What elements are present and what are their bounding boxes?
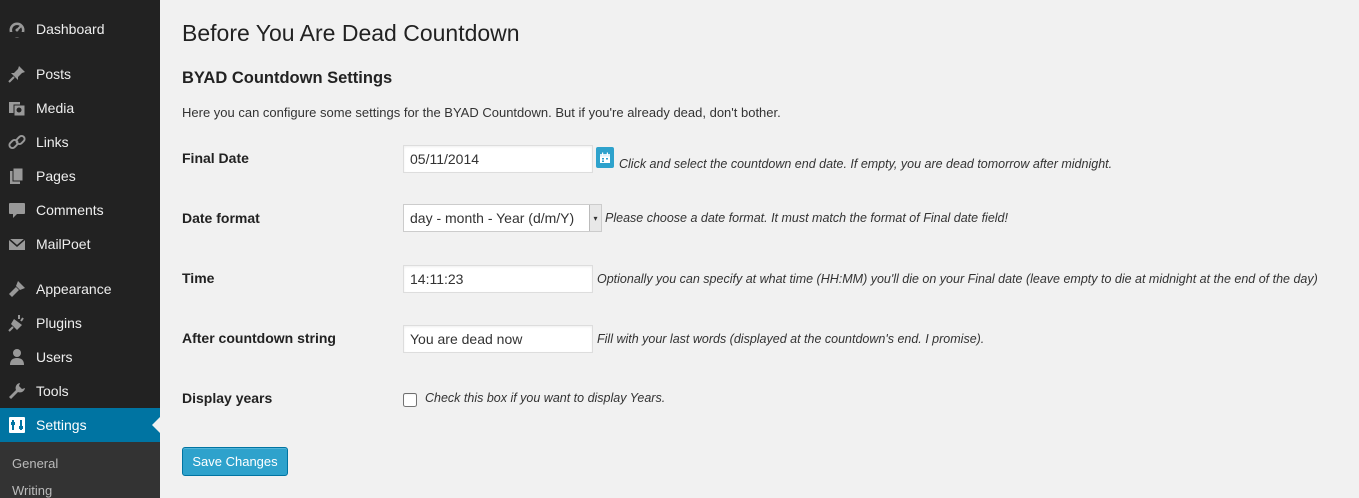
date-format-select[interactable]: day - month - Year (d/m/Y) ▾ [403, 204, 602, 232]
comment-icon [8, 201, 26, 219]
envelope-icon [8, 235, 26, 253]
pages-icon [8, 167, 26, 185]
intro-text: Here you can configure some settings for… [182, 105, 781, 120]
dashboard-icon [8, 20, 26, 38]
after-countdown-input[interactable] [403, 325, 593, 353]
submenu-item-writing[interactable]: Writing [12, 483, 52, 498]
display-years-label: Display years [182, 390, 273, 406]
sidebar-item-label: Dashboard [36, 21, 105, 37]
after-countdown-description: Fill with your last words (displayed at … [597, 332, 985, 346]
sidebar-item-label: Tools [36, 383, 69, 399]
display-years-checkbox[interactable] [403, 393, 417, 407]
sidebar-item-dashboard[interactable]: Dashboard [0, 12, 160, 46]
link-icon [8, 133, 26, 151]
brush-icon [8, 280, 26, 298]
sidebar-item-label: Comments [36, 202, 104, 218]
submenu-item-general[interactable]: General [12, 456, 58, 471]
time-input[interactable] [403, 265, 593, 293]
sidebar-item-plugins[interactable]: Plugins [0, 306, 160, 340]
date-format-description: Please choose a date format. It must mat… [605, 211, 1008, 225]
settings-icon [8, 416, 26, 434]
display-years-description: Check this box if you want to display Ye… [425, 391, 666, 405]
sidebar-item-label: Media [36, 100, 75, 116]
time-label: Time [182, 270, 215, 286]
pin-icon [8, 65, 26, 83]
sidebar-item-pages[interactable]: Pages [0, 159, 160, 193]
sidebar-item-label: Links [36, 134, 69, 150]
after-countdown-label: After countdown string [182, 330, 336, 346]
settings-submenu: General Writing [0, 442, 160, 498]
sidebar-item-mailpoet[interactable]: MailPoet [0, 227, 160, 261]
sidebar-item-label: Settings [36, 417, 87, 433]
sidebar-item-users[interactable]: Users [0, 340, 160, 374]
calendar-icon[interactable] [596, 147, 614, 168]
section-title: BYAD Countdown Settings [182, 69, 393, 87]
dropdown-arrow-icon: ▾ [589, 205, 601, 231]
time-description: Optionally you can specify at what time … [597, 272, 1318, 286]
sidebar-item-tools[interactable]: Tools [0, 374, 160, 408]
current-menu-arrow [152, 417, 160, 433]
save-changes-button[interactable]: Save Changes [182, 447, 288, 476]
sidebar-item-comments[interactable]: Comments [0, 193, 160, 227]
sidebar-item-label: Plugins [36, 315, 82, 331]
sidebar-item-label: Posts [36, 66, 72, 82]
media-icon [8, 99, 26, 117]
final-date-label: Final Date [182, 150, 249, 166]
admin-sidebar: Dashboard Posts Media Links Pages Commen… [0, 0, 160, 498]
sidebar-item-label: MailPoet [36, 236, 91, 252]
final-date-input[interactable] [403, 145, 593, 173]
date-format-selected: day - month - Year (d/m/Y) [410, 210, 575, 226]
sidebar-item-posts[interactable]: Posts [0, 57, 160, 91]
wrench-icon [8, 382, 26, 400]
user-icon [8, 348, 26, 366]
sidebar-item-label: Users [36, 349, 73, 365]
sidebar-item-settings[interactable]: Settings [0, 408, 160, 442]
page-title: Before You Are Dead Countdown [182, 20, 520, 46]
sidebar-item-links[interactable]: Links [0, 125, 160, 159]
plug-icon [8, 314, 26, 332]
date-format-label: Date format [182, 210, 260, 226]
sidebar-item-label: Pages [36, 168, 76, 184]
sidebar-item-appearance[interactable]: Appearance [0, 272, 160, 306]
sidebar-item-media[interactable]: Media [0, 91, 160, 125]
sidebar-item-label: Appearance [36, 281, 112, 297]
final-date-description: Click and select the countdown end date.… [619, 157, 1113, 171]
